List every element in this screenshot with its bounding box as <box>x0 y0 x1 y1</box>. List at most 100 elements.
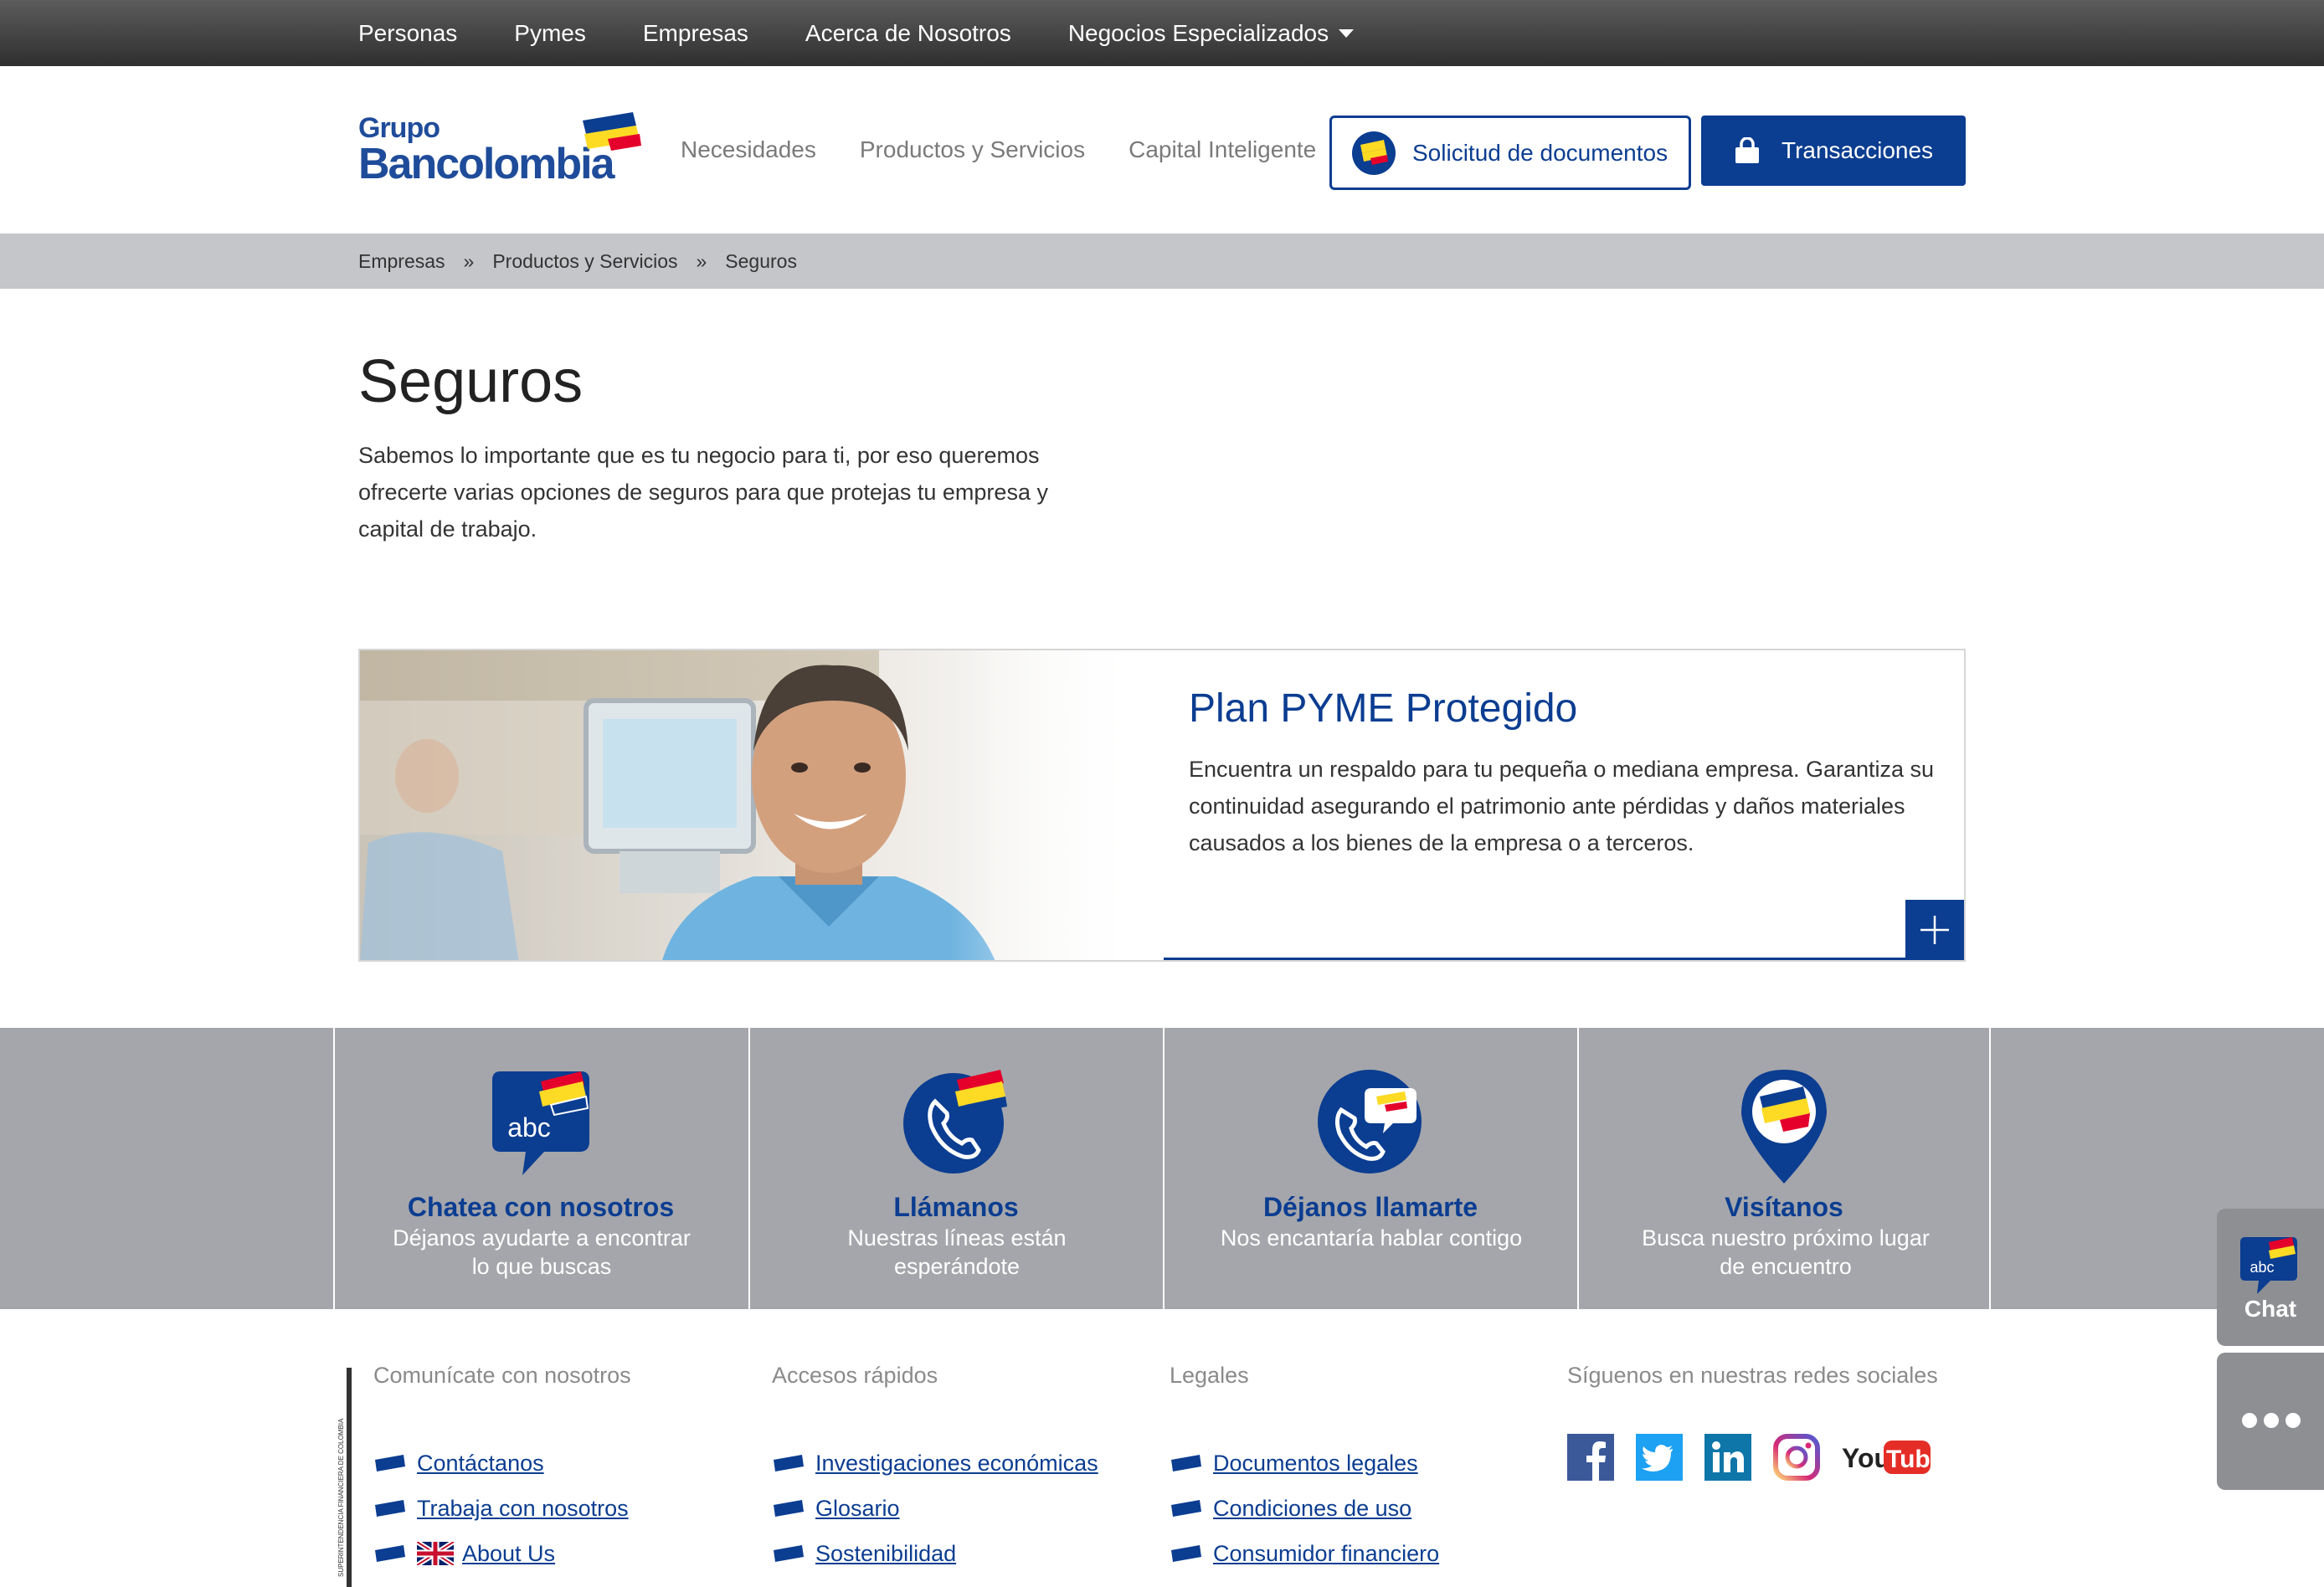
topnav-personas[interactable]: Personas <box>358 20 457 47</box>
transacciones-button[interactable]: Transacciones <box>1701 116 1966 186</box>
footer-col-quick-heading: Accesos rápidos <box>772 1363 938 1388</box>
documents-icon <box>1352 131 1396 175</box>
footer-col-quick: Accesos rápidos Investigaciones económic… <box>772 1363 1098 1576</box>
topnav-negocios-label: Negocios Especializados <box>1067 19 1329 46</box>
link-documentos-legales[interactable]: Documentos legales <box>1170 1441 1439 1486</box>
breadcrumb-seguros: Seguros <box>725 249 797 272</box>
flag-bullet-icon <box>774 1455 804 1471</box>
link-consumidor-financiero[interactable]: Consumidor financiero <box>1170 1531 1439 1576</box>
main-nav: Necesidades Productos y Servicios Capita… <box>681 66 1360 234</box>
link-investigaciones-label: Investigaciones económicas <box>815 1450 1098 1476</box>
lock-icon <box>1735 137 1759 163</box>
topnav-pymes[interactable]: Pymes <box>514 20 586 47</box>
plus-icon <box>1920 916 1949 944</box>
segment-nav: Personas Pymes Empresas Acerca de Nosotr… <box>358 0 1411 66</box>
contact-call-desc: Nuestras líneas están esperándote <box>847 1225 1067 1279</box>
link-trabaja-label: Trabaja con nosotros <box>417 1495 629 1521</box>
youtube-you-text: You <box>1842 1443 1890 1473</box>
footer-col-contact-heading: Comunícate con nosotros <box>373 1363 631 1388</box>
link-contactanos[interactable]: Contáctanos <box>373 1441 631 1486</box>
top-nav-bar: Personas Pymes Empresas Acerca de Nosotr… <box>0 0 2324 66</box>
link-glosario[interactable]: Glosario <box>772 1486 1098 1531</box>
nav-capital-inteligente[interactable]: Capital Inteligente <box>1129 136 1316 163</box>
link-glosario-label: Glosario <box>815 1495 900 1521</box>
phone-icon <box>903 1070 1007 1174</box>
nav-necesidades[interactable]: Necesidades <box>681 136 816 163</box>
chat-abc-icon: abc <box>2240 1237 2297 1294</box>
flag-bullet-icon <box>774 1500 804 1517</box>
flag-bullet-icon <box>1171 1545 1201 1562</box>
intro-text: Sabemos lo importante que es tu negocio … <box>358 443 1048 542</box>
site-header: Grupo Bancolombia Necesidades Productos … <box>0 66 2324 234</box>
topnav-negocios-especializados[interactable]: Negocios Especializados <box>1067 19 1355 47</box>
flag-bullet-icon <box>1171 1500 1201 1517</box>
contact-chat-desc: Déjanos ayudarte a encontrar lo que busc… <box>393 1225 691 1279</box>
logo-text-bancolombia: Bancolombia <box>358 140 614 188</box>
plan-pyme-card: Plan PYME Protegido Encuentra un respald… <box>358 649 1966 962</box>
businessman-photo <box>360 650 1147 960</box>
instagram-icon[interactable] <box>1773 1434 1820 1481</box>
page-title: Seguros <box>358 348 584 415</box>
transacciones-label: Transacciones <box>1782 137 1934 163</box>
contact-chat-title: Chatea con nosotros <box>407 1192 675 1222</box>
uk-flag-icon <box>417 1542 454 1565</box>
nav-productos-servicios[interactable]: Productos y Servicios <box>860 136 1085 163</box>
contact-visit-title: Visítanos <box>1725 1192 1843 1222</box>
expand-plus-button[interactable] <box>1905 900 1964 960</box>
solicitud-documentos-button[interactable]: Solicitud de documentos <box>1329 116 1691 190</box>
footer-col-legal-heading: Legales <box>1170 1363 1249 1388</box>
twitter-icon[interactable] <box>1636 1434 1683 1481</box>
card-underline <box>1164 958 1964 960</box>
contact-callback-item[interactable]: Déjanos llamarte Nos encantaría hablar c… <box>1163 1028 1576 1309</box>
more-dots-icon <box>2242 1413 2307 1428</box>
flag-bullet-icon <box>774 1545 804 1562</box>
side-chat-abc-text: abc <box>2249 1259 2274 1276</box>
side-more-button[interactable] <box>2217 1353 2324 1490</box>
flag-bullet-icon <box>1171 1455 1201 1471</box>
topnav-acerca[interactable]: Acerca de Nosotros <box>805 20 1011 47</box>
link-about-us[interactable]: About Us <box>373 1531 631 1576</box>
breadcrumb-productos-servicios[interactable]: Productos y Servicios <box>492 250 677 273</box>
side-chat-label: Chat <box>2244 1296 2297 1322</box>
linkedin-icon[interactable] <box>1704 1434 1751 1481</box>
facebook-icon[interactable] <box>1567 1434 1614 1481</box>
card-description: Encuentra un respaldo para tu pequeña o … <box>1189 757 1935 855</box>
footer-col-social-heading: Síguenos en nuestras redes sociales <box>1567 1363 1938 1388</box>
footer-col-social: Síguenos en nuestras redes sociales You … <box>1567 1363 1954 1481</box>
superintendencia-text: SUPERINTENDENCIA FINANCIERA DE COLOMBIA <box>337 1418 345 1577</box>
footer-col-contact: Comunícate con nosotros Contáctanos Trab… <box>373 1363 631 1576</box>
flag-bullet-icon <box>375 1545 405 1562</box>
contact-callback-title: Déjanos llamarte <box>1262 1192 1478 1222</box>
link-sostenibilidad-label: Sostenibilidad <box>815 1540 957 1566</box>
link-contactanos-label: Contáctanos <box>417 1450 544 1476</box>
contact-chat-item[interactable]: abc Chatea con nosotros Déjanos ayudarte… <box>333 1028 747 1309</box>
contact-call-item[interactable]: Llámanos Nuestras líneas están esperándo… <box>748 1028 1162 1309</box>
link-trabaja[interactable]: Trabaja con nosotros <box>373 1486 631 1531</box>
topnav-empresas[interactable]: Empresas <box>643 20 748 47</box>
footer-col-legal: Legales Documentos legales Condiciones d… <box>1170 1363 1439 1576</box>
logo-flag-icon <box>583 112 641 151</box>
link-documentos-legales-label: Documentos legales <box>1213 1450 1418 1476</box>
card-title[interactable]: Plan PYME Protegido <box>1189 686 1577 732</box>
breadcrumb: Empresas » Productos y Servicios » Segur… <box>0 234 2324 289</box>
youtube-icon[interactable]: You Tube <box>1842 1437 1932 1477</box>
site-footer: SUPERINTENDENCIA FINANCIERA DE COLOMBIA … <box>0 1309 2324 1587</box>
breadcrumb-separator: » <box>463 249 475 272</box>
flag-bullet-icon <box>375 1500 405 1517</box>
contact-call-title: Llámanos <box>893 1192 1019 1222</box>
chat-abc-text: abc <box>507 1112 551 1143</box>
link-condiciones-uso-label: Condiciones de uso <box>1213 1495 1412 1521</box>
breadcrumb-empresas[interactable]: Empresas <box>358 250 445 273</box>
link-sostenibilidad[interactable]: Sostenibilidad <box>772 1531 1098 1576</box>
contact-visit-item[interactable]: Visítanos Busca nuestro próximo lugar de… <box>1577 1028 1991 1309</box>
callback-icon <box>1318 1070 1422 1174</box>
link-condiciones-uso[interactable]: Condiciones de uso <box>1170 1486 1439 1531</box>
solicitud-documentos-label: Solicitud de documentos <box>1412 139 1668 166</box>
social-links: You Tube <box>1567 1434 1954 1481</box>
breadcrumb-separator: » <box>696 249 707 272</box>
side-chat-button[interactable]: abc Chat <box>2217 1209 2324 1346</box>
link-investigaciones[interactable]: Investigaciones económicas <box>772 1441 1098 1486</box>
caret-down-icon <box>1339 28 1355 38</box>
bancolombia-logo[interactable]: Grupo Bancolombia <box>358 112 643 188</box>
contact-callback-desc: Nos encantaría hablar contigo <box>1220 1225 1523 1251</box>
